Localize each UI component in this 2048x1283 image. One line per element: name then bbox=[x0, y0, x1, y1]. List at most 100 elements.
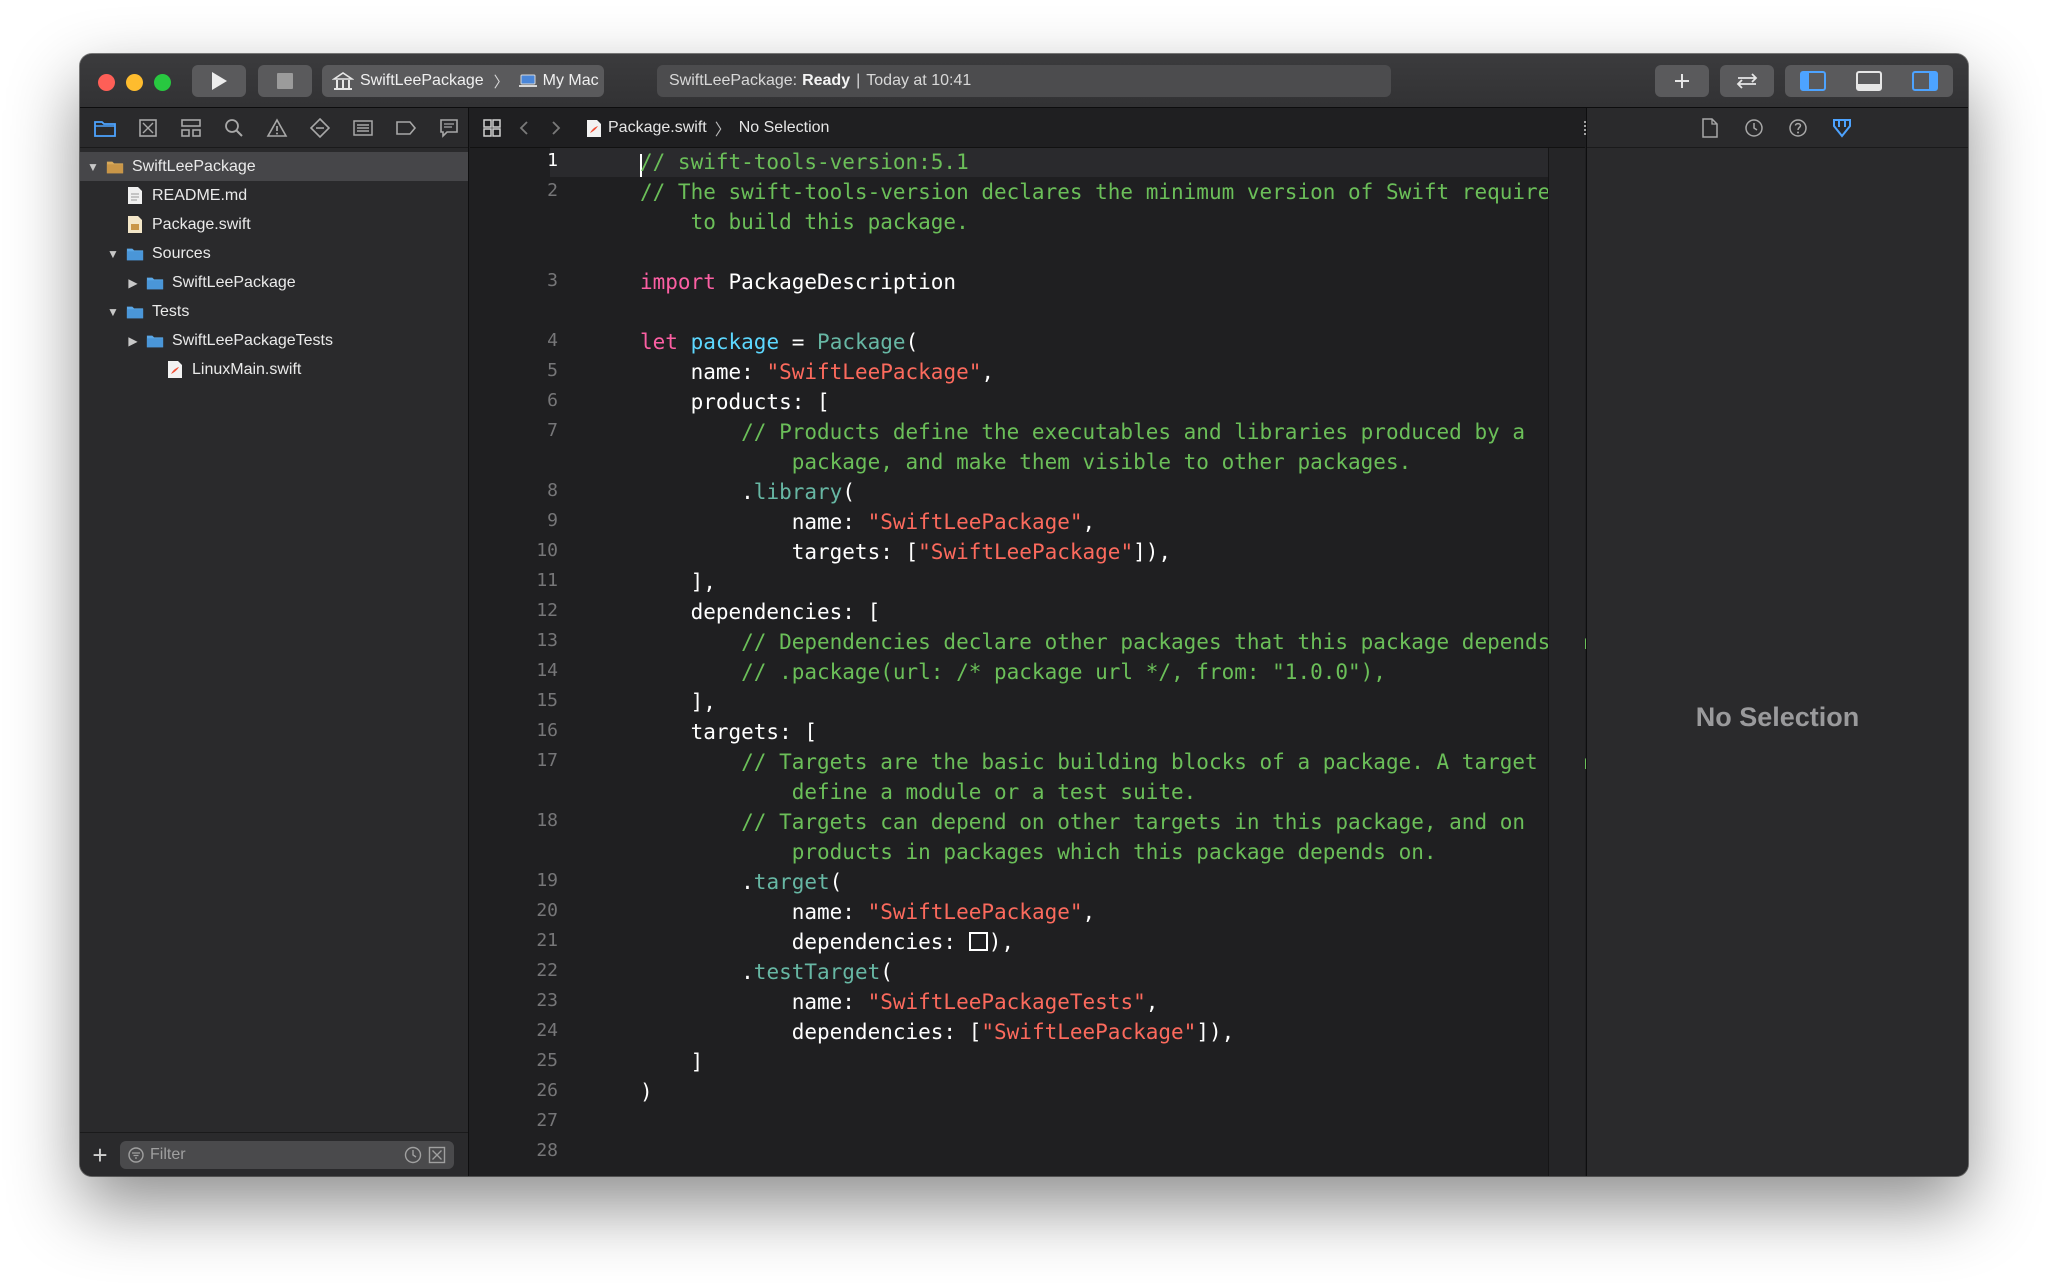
minimize-window-button[interactable] bbox=[126, 74, 143, 91]
breadcrumb: Package.swift 〉 No Selection bbox=[586, 108, 829, 148]
tab-find-navigator[interactable] bbox=[219, 113, 249, 143]
navigator-tabs bbox=[80, 108, 468, 148]
toggle-debug-area-button[interactable] bbox=[1841, 65, 1897, 97]
navigate-back-button[interactable] bbox=[510, 114, 538, 142]
code-line: // Dependencies declare other packages t… bbox=[640, 630, 1601, 654]
activity-time: Today at 10:41 bbox=[866, 72, 972, 89]
line-number: 19 bbox=[536, 870, 558, 891]
tab-test-navigator[interactable] bbox=[305, 113, 335, 143]
source-control-filter-icon[interactable] bbox=[428, 1146, 446, 1164]
disclosure-expanded-icon[interactable]: ▼ bbox=[86, 160, 100, 174]
toggle-inspector-button[interactable] bbox=[1897, 65, 1953, 97]
line-number: 2 bbox=[547, 180, 558, 201]
tree-item-label: LinuxMain.swift bbox=[192, 360, 302, 378]
tab-quick-help-inspector[interactable] bbox=[1783, 113, 1813, 143]
code-line: dependencies: ), bbox=[640, 930, 1015, 954]
add-file-button[interactable]: + bbox=[80, 1142, 120, 1168]
tab-history-inspector[interactable] bbox=[1739, 113, 1769, 143]
code-line: .library( bbox=[640, 480, 855, 504]
line-number: 1 bbox=[547, 150, 558, 171]
disclosure-collapsed-icon[interactable]: ▶ bbox=[126, 334, 140, 348]
filter-input[interactable]: Filter bbox=[120, 1140, 454, 1169]
code-line: to build this package. bbox=[640, 210, 969, 234]
tab-report-navigator[interactable] bbox=[434, 113, 464, 143]
tree-item-sources-swiftleepackage[interactable]: ▶ SwiftLeePackage bbox=[80, 268, 468, 297]
line-number: 6 bbox=[547, 390, 558, 411]
tree-item-label: Tests bbox=[152, 302, 190, 320]
test-diamond-icon bbox=[310, 117, 330, 138]
code-line: // The swift-tools-version declares the … bbox=[640, 180, 1563, 204]
scheme-selector[interactable]: SwiftLeePackage 〉 My Mac bbox=[322, 65, 604, 97]
disclosure-collapsed-icon[interactable]: ▶ bbox=[126, 276, 140, 290]
toggle-navigator-button[interactable] bbox=[1785, 65, 1841, 97]
source-editor: Package.swift 〉 No Selection 1 2 3 4 5 6 7 8 9 10… bbox=[470, 108, 1654, 1176]
code-line: .target( bbox=[640, 870, 843, 894]
code-line: import PackageDescription bbox=[640, 270, 957, 294]
tab-project-navigator[interactable] bbox=[90, 113, 120, 143]
folder-icon bbox=[126, 245, 144, 263]
line-number: 12 bbox=[536, 600, 558, 621]
disclosure-expanded-icon[interactable]: ▼ bbox=[106, 247, 120, 261]
tree-item-project[interactable]: ▼ SwiftLeePackage bbox=[80, 152, 468, 181]
line-number: 8 bbox=[547, 480, 558, 501]
code-review-button[interactable] bbox=[1720, 65, 1774, 97]
activity-status: Ready bbox=[802, 72, 851, 89]
attributes-icon bbox=[1833, 118, 1851, 138]
code-line: products: [ bbox=[640, 390, 830, 414]
recent-files-icon[interactable] bbox=[404, 1146, 422, 1164]
tree-item-tests[interactable]: ▼ Tests bbox=[80, 297, 468, 326]
chevron-right-icon bbox=[552, 121, 561, 135]
tree-item-package-swift[interactable]: Package.swift bbox=[80, 210, 468, 239]
tab-debug-navigator[interactable] bbox=[348, 113, 378, 143]
activity-project: SwiftLeePackage: bbox=[669, 72, 798, 89]
code-line: // Products define the executables and l… bbox=[640, 420, 1526, 444]
tree-item-linuxmain[interactable]: LinuxMain.swift bbox=[80, 355, 468, 384]
stop-button[interactable] bbox=[258, 65, 312, 97]
filter-icon bbox=[128, 1146, 144, 1163]
tree-item-label: SwiftLeePackage bbox=[132, 157, 256, 175]
navigate-forward-button[interactable] bbox=[542, 114, 570, 142]
line-number: 21 bbox=[536, 930, 558, 951]
breadcrumb-file[interactable]: Package.swift bbox=[608, 119, 707, 137]
related-items-button[interactable] bbox=[478, 114, 506, 142]
code-line: name: "SwiftLeePackage", bbox=[640, 360, 995, 384]
close-window-button[interactable] bbox=[98, 74, 115, 91]
code-line: ) bbox=[640, 1080, 653, 1104]
tree-item-sources[interactable]: ▼ Sources bbox=[80, 239, 468, 268]
document-icon bbox=[126, 187, 144, 205]
project-navigator: ▼ SwiftLeePackage README.md Package.swif… bbox=[80, 108, 469, 1176]
source-control-icon bbox=[139, 118, 157, 137]
code-line: products in packages which this package … bbox=[640, 840, 1437, 864]
grid-icon bbox=[483, 119, 501, 137]
tree-item-tests-folder[interactable]: ▶ SwiftLeePackageTests bbox=[80, 326, 468, 355]
disclosure-expanded-icon[interactable]: ▼ bbox=[106, 305, 120, 319]
code-line: ], bbox=[640, 690, 716, 714]
run-button[interactable] bbox=[192, 65, 246, 97]
left-panel-icon bbox=[1800, 71, 1826, 91]
line-number: 22 bbox=[536, 960, 558, 981]
zoom-window-button[interactable] bbox=[154, 74, 171, 91]
code-line: dependencies: ["SwiftLeePackage"]), bbox=[640, 1020, 1235, 1044]
tab-breakpoint-navigator[interactable] bbox=[391, 113, 421, 143]
search-icon bbox=[225, 118, 243, 137]
tree-item-readme[interactable]: README.md bbox=[80, 181, 468, 210]
play-icon bbox=[212, 72, 227, 90]
folder-icon bbox=[94, 120, 116, 137]
right-panel-icon bbox=[1912, 71, 1938, 91]
tab-file-inspector[interactable] bbox=[1695, 113, 1725, 143]
tab-attributes-inspector[interactable] bbox=[1827, 113, 1857, 143]
code-line: let package = Package( bbox=[640, 330, 919, 354]
tree-item-label: SwiftLeePackage bbox=[172, 273, 296, 291]
tab-symbol-navigator[interactable] bbox=[176, 113, 206, 143]
tree-item-label: Package.swift bbox=[152, 215, 251, 233]
tab-issue-navigator[interactable] bbox=[262, 113, 292, 143]
breadcrumb-selection[interactable]: No Selection bbox=[739, 119, 830, 137]
code-area[interactable]: 1 2 3 4 5 6 7 8 9 10 11 12 13 14 15 16 17 18 19 20 21 22 23 24 2… bbox=[470, 148, 1601, 1176]
tab-source-control-navigator[interactable] bbox=[133, 113, 163, 143]
minimap[interactable] bbox=[1548, 148, 1585, 1176]
run-destination: My Mac bbox=[542, 72, 599, 89]
toolbar: SwiftLeePackage 〉 My Mac SwiftLeePackage… bbox=[80, 54, 1968, 108]
library-button[interactable] bbox=[1655, 65, 1709, 97]
line-number: 4 bbox=[547, 330, 558, 351]
file-icon bbox=[1702, 117, 1718, 138]
